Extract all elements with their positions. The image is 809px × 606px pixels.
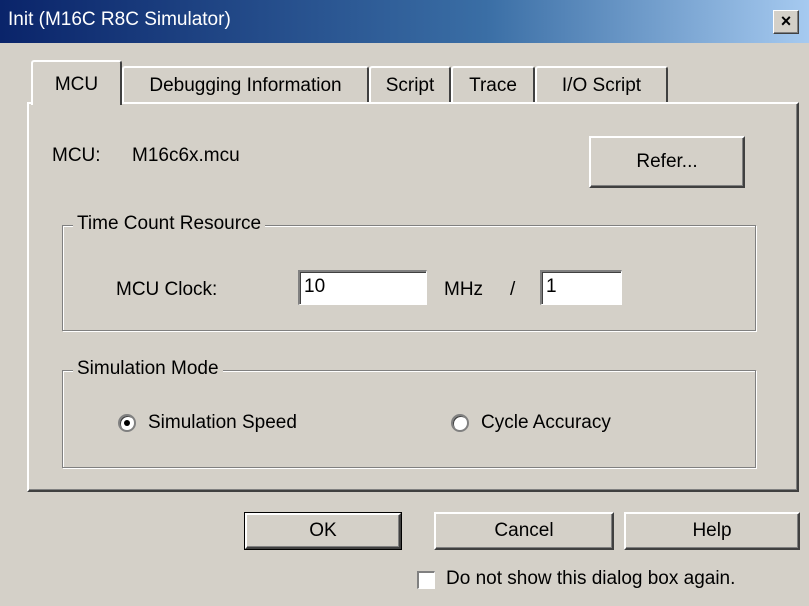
radio-selected-dot — [124, 420, 130, 426]
clock-divider-input[interactable]: 1 — [540, 270, 622, 305]
mcu-label: MCU: — [52, 145, 101, 166]
tab-label: Trace — [469, 75, 517, 96]
time-count-resource-title: Time Count Resource — [73, 213, 266, 235]
cancel-button[interactable]: Cancel — [434, 512, 614, 550]
ok-button-label: OK — [309, 520, 337, 541]
tab-debugging-information[interactable]: Debugging Information — [122, 66, 369, 104]
close-button[interactable]: × — [773, 10, 799, 34]
simulation-speed-radio[interactable] — [118, 414, 136, 432]
tab-trace[interactable]: Trace — [451, 66, 535, 104]
tab-label: MCU — [54, 74, 99, 95]
tab-label: Script — [385, 75, 435, 96]
do-not-show-checkbox[interactable] — [417, 571, 435, 589]
do-not-show-label[interactable]: Do not show this dialog box again. — [446, 568, 735, 590]
cycle-accuracy-radio[interactable] — [451, 414, 469, 432]
refer-button-label: Refer... — [636, 151, 698, 172]
refer-button[interactable]: Refer... — [589, 136, 745, 188]
simulation-speed-label[interactable]: Simulation Speed — [148, 412, 297, 434]
cycle-accuracy-label[interactable]: Cycle Accuracy — [481, 412, 611, 434]
tab-label: Debugging Information — [149, 75, 342, 96]
window-title: Init (M16C R8C Simulator) — [8, 9, 231, 30]
help-button-label: Help — [692, 520, 732, 541]
simulation-mode-title: Simulation Mode — [73, 358, 223, 380]
mcu-clock-label: MCU Clock: — [116, 279, 218, 300]
close-icon: × — [780, 11, 792, 31]
tab-io-script[interactable]: I/O Script — [535, 66, 668, 104]
title-bar[interactable]: Init (M16C R8C Simulator) × — [0, 0, 809, 43]
mhz-unit-label: MHz — [444, 279, 484, 300]
mcu-file-value: M16c6x.mcu — [132, 145, 240, 166]
tab-label: I/O Script — [561, 75, 642, 96]
tab-script[interactable]: Script — [369, 66, 451, 104]
ok-button[interactable]: OK — [244, 512, 402, 550]
mcu-clock-input[interactable]: 10 — [298, 270, 427, 305]
divider-slash: / — [510, 279, 516, 300]
cancel-button-label: Cancel — [494, 520, 554, 541]
help-button[interactable]: Help — [624, 512, 800, 550]
tab-mcu[interactable]: MCU — [31, 60, 122, 105]
